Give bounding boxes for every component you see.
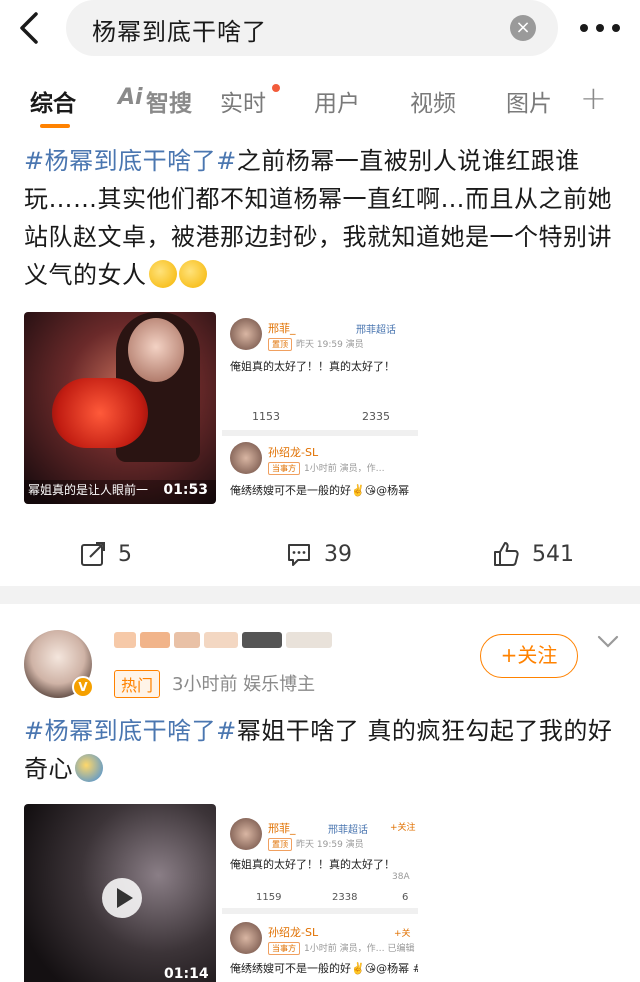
search-header: 杨幂到底干啥了 × [0,0,640,62]
screenshot-user-name: 孙绍龙-SL [268,446,319,459]
screenshot-card: 孙绍龙-SL +关 当事方 1小时前 演员，作… 已编辑 俺绣绣嫂可不是一般的好✌… [222,914,418,982]
screenshot-text: 俺姐真的太好了！！真的太好了！ [230,858,395,871]
tab-videos[interactable]: 视频 [410,84,456,118]
repost-count: 5 [118,541,132,567]
more-options-button[interactable] [578,16,622,40]
video-thumbnail[interactable]: 幂姐真的是让人眼前一 01:53 [24,312,216,504]
follow-chip: +关注 [390,823,416,833]
author-name-blurred[interactable] [114,632,344,658]
pinned-badge: 置顶 [268,838,292,851]
screenshot-user-name: 邢菲_ [268,322,296,335]
post-divider [0,586,640,604]
screenshot-meta: 1小时前 演员，作… [304,464,385,474]
post-body: #杨幂到底干啥了#之前杨幂一直被别人说谁红跟谁玩……其实他们都不知道杨幂一直红啊… [24,142,620,294]
clear-search-icon[interactable]: × [510,15,536,41]
hashtag-link[interactable]: #杨幂到底干啥了# [24,717,237,745]
video-duration: 01:14 [164,966,209,982]
new-dot-badge [272,84,280,92]
blur-block [140,632,170,648]
screenshot-text: 俺绣绣嫂可不是一般的好✌️😘@杨幂 #生万物 [230,962,418,975]
screenshot-repost-count: 1159 [256,892,282,903]
screenshot-meta: 昨天 19:59 演员 [296,340,364,350]
post-time-source: 3小时前 娱乐博主 [172,674,316,695]
screenshot-repost-count: 1153 [252,410,280,423]
blur-block [114,632,136,648]
video-duration: 01:53 [163,482,208,498]
screenshot-card: 邢菲_ 邢菲超话 +关注 置顶 昨天 19:59 演员 俺姐真的太好了！！真的太好… [222,804,418,908]
video-subtitle: 幂姐真的是让人眼前一 [28,483,149,497]
screenshot-text: 俺姐真的太好了！！真的太好了！ [230,360,395,373]
avatar [230,442,262,474]
post-actions: 5 39 541 [0,526,640,582]
video-figure-face [128,318,184,382]
screenshot-meta: 1小时前 演员，作… 已编辑 [304,944,415,954]
supertopic-link: 邢菲超话 [356,325,396,336]
screenshot-meta: 昨天 19:59 演员 [296,840,364,850]
post-media: 01:14 邢菲_ 邢菲超话 +关注 置顶 昨天 19:59 演员 俺姐真的太好了… [24,804,418,982]
avatar [230,922,262,954]
search-results-page: 杨幂到底干啥了 × 综合 Ai 智搜 实时 用户 视频 图片 + #杨幂到底干啥… [0,0,640,982]
screenshot-card: 孙绍龙-SL 当事方 1小时前 演员，作… 俺绣绣嫂可不是一般的好✌️😘@杨幂 [222,436,418,504]
tab-realtime[interactable]: 实时 [220,84,266,118]
like-button[interactable]: 541 [492,526,574,582]
party-badge: 当事方 [268,462,300,475]
verified-badge-icon: V [72,676,94,698]
crying-emoji-icon [148,260,177,288]
flower-bouquet [52,378,148,448]
post-menu-button[interactable] [596,634,620,650]
like-count: 541 [532,541,574,567]
curious-emoji-icon [75,754,103,782]
tab-users[interactable]: 用户 [314,84,360,118]
active-tab-indicator [40,124,70,128]
screenshot-like-count: 6 [402,892,409,903]
screenshot-user-name: 孙绍龙-SL [268,926,319,939]
screenshot-count: 38A [392,872,410,882]
comment-icon [288,544,310,566]
more-dots-icon [580,24,620,32]
video-thumbnail[interactable]: 01:14 [24,804,216,982]
crying-emoji-icon [178,260,207,288]
follow-button[interactable]: +关注 [480,634,578,678]
comment-button[interactable]: 39 [286,526,352,582]
thumbs-up-icon [494,542,519,566]
screenshot-comment-count: 2335 [362,410,390,423]
tab-images[interactable]: 图片 [506,84,552,118]
screenshot-image[interactable]: 邢菲_ 邢菲超话 置顶 昨天 19:59 演员 俺姐真的太好了！！真的太好了！ 1… [222,312,418,504]
tab-comprehensive[interactable]: 综合 [30,84,76,118]
screenshot-user-name: 邢菲_ [268,822,296,835]
search-input[interactable]: 杨幂到底干啥了 × [66,0,558,56]
avatar [230,318,262,350]
screenshot-text: 俺绣绣嫂可不是一般的好✌️😘@杨幂 [230,484,410,497]
blur-block [286,632,332,648]
repost-button[interactable]: 5 [80,526,132,582]
comment-count: 39 [324,541,352,567]
supertopic-link: 邢菲超话 [328,825,368,836]
ai-logo-icon: Ai [118,85,143,110]
screenshot-comment-count: 2338 [332,892,358,903]
avatar [230,818,262,850]
pinned-badge: 置顶 [268,338,292,351]
hot-badge: 热门 [114,670,161,698]
play-icon[interactable] [102,878,142,918]
search-query-text: 杨幂到底干啥了 [92,18,267,46]
chevron-left-icon [20,12,38,44]
search-tabs: 综合 Ai 智搜 实时 用户 视频 图片 + [0,76,640,136]
party-badge: 当事方 [268,942,300,955]
screenshot-card: 邢菲_ 邢菲超话 置顶 昨天 19:59 演员 俺姐真的太好了！！真的太好了！ 1… [222,312,418,430]
screenshot-image[interactable]: 邢菲_ 邢菲超话 +关注 置顶 昨天 19:59 演员 俺姐真的太好了！！真的太好… [222,804,418,982]
post-body: #杨幂到底干啥了#幂姐干啥了 真的疯狂勾起了我的好奇心 [24,712,620,788]
hashtag-link[interactable]: #杨幂到底干啥了# [24,147,237,175]
blur-block [204,632,238,648]
repost-icon [81,542,105,566]
chevron-down-icon [597,635,619,648]
tab-ai-search[interactable]: 智搜 [146,84,192,118]
follow-chip: +关 [394,929,411,939]
blur-block [174,632,200,648]
post-media: 幂姐真的是让人眼前一 01:53 邢菲_ 邢菲超话 置顶 昨天 19:59 演员 … [24,312,418,504]
add-tab-icon[interactable]: + [580,79,607,117]
blur-block [242,632,282,648]
back-button[interactable] [12,6,52,50]
